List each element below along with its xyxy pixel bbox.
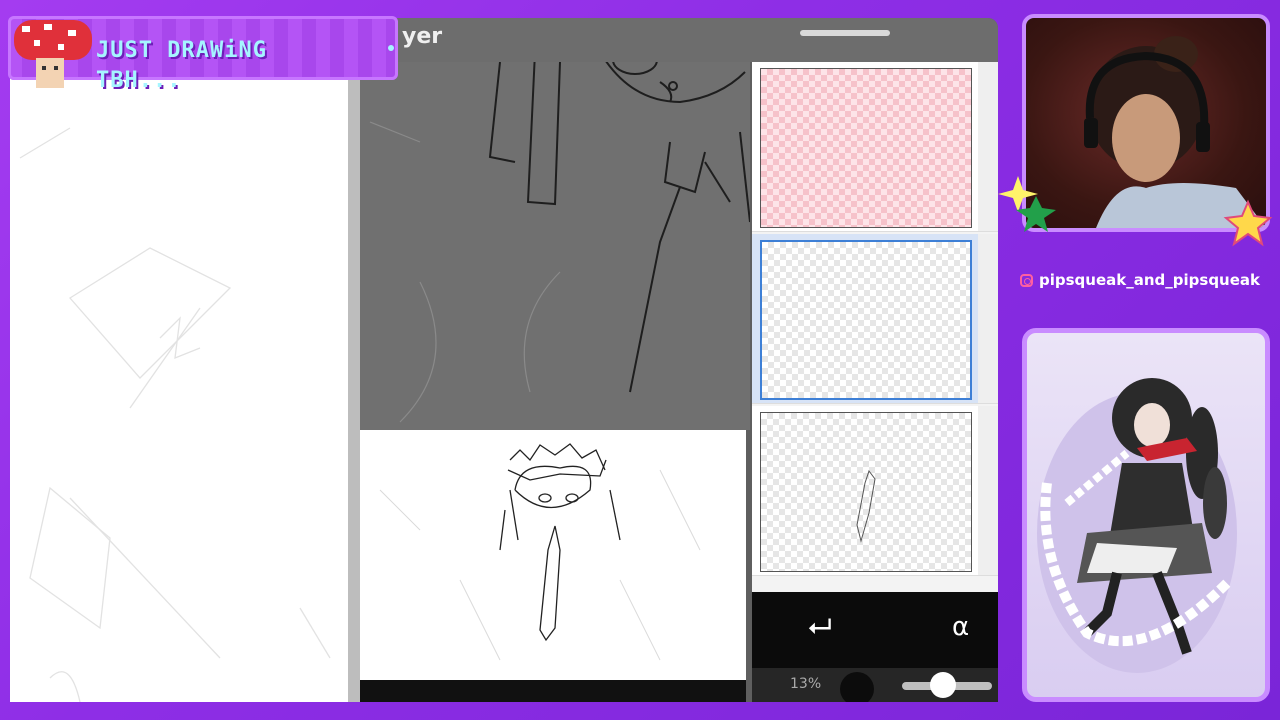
reference-preview [360, 430, 746, 680]
zoomed-sketch [369, 45, 751, 423]
layer-thumbnail [760, 412, 972, 572]
paper-canvas [10, 18, 348, 702]
layer-thumbnail [760, 240, 972, 400]
character-art-panel [1022, 328, 1270, 702]
opacity-label: 13% [790, 676, 822, 692]
layer-item[interactable] [752, 406, 998, 576]
banner-dot [388, 45, 394, 51]
layer-item-selected[interactable] [752, 234, 998, 404]
handle-text: pipsqueak_and_pipsqueak [1039, 271, 1261, 289]
character-illustration [1037, 378, 1237, 673]
color-swatch[interactable] [840, 672, 874, 702]
instagram-icon [1020, 273, 1033, 287]
preview-character-sketch [379, 443, 701, 661]
app-header: yer [360, 18, 998, 62]
layer-scrollbar [978, 62, 998, 231]
panel-drag-handle[interactable] [800, 30, 890, 36]
drawing-app-window: yer ⮠ α 13% [348, 18, 998, 702]
layer-actions-bar: ⮠ α [752, 592, 998, 668]
alpha-lock-icon[interactable]: α [952, 610, 969, 644]
stream-title-banner: JUST DRAWiNG TBH... [8, 16, 398, 93]
zoomed-canvas-view[interactable] [360, 45, 751, 430]
app-side-strip [348, 18, 360, 702]
layer-sketch [856, 469, 876, 543]
decorative-stars [998, 176, 1273, 247]
layers-panel [752, 62, 998, 592]
layer-opacity-bar: 13% [752, 668, 998, 702]
opacity-slider-knob[interactable] [930, 672, 956, 698]
arrow-down-left-icon[interactable]: ⮠ [808, 610, 832, 644]
app-title: yer [402, 24, 443, 49]
social-handle: pipsqueak_and_pipsqueak [1020, 268, 1270, 292]
app-bottom-toolbar[interactable] [360, 680, 746, 702]
layer-item[interactable] [752, 62, 998, 232]
banner-line-1: JUST DRAWiNG [96, 38, 267, 63]
faint-sketch-lines [19, 127, 331, 702]
alpha-symbol: α [952, 612, 970, 642]
layer-scrollbar [978, 234, 998, 403]
layer-scrollbar [978, 406, 998, 575]
banner-title: JUST DRAWiNG TBH... [96, 36, 346, 96]
mushroom-icon [14, 20, 92, 88]
banner-line-2: TBH... [96, 68, 182, 93]
layer-thumbnail [760, 68, 972, 228]
